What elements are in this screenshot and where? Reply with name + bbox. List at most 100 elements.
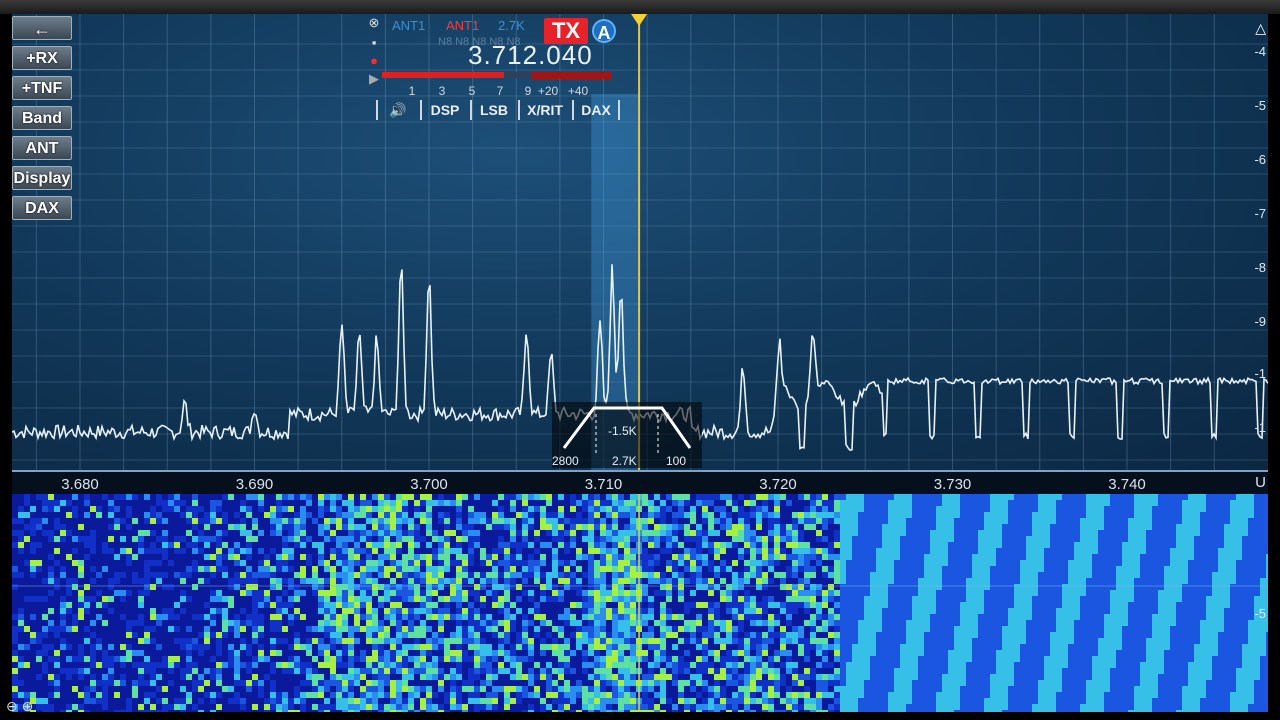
waterfall-cell (1080, 638, 1086, 644)
waterfall-cell (516, 644, 522, 650)
play-icon[interactable]: ▶ (367, 72, 381, 86)
waterfall-cell (1038, 614, 1044, 620)
waterfall-cell (1098, 626, 1104, 632)
close-icon[interactable]: ⊗ (367, 16, 381, 30)
waterfall-cell (924, 560, 930, 566)
waterfall-cell (774, 518, 780, 524)
waterfall-cell (72, 614, 78, 620)
display-button[interactable]: Display (12, 166, 72, 190)
waterfall-cell (918, 662, 924, 668)
waterfall-cell (930, 662, 936, 668)
waterfall-cell (936, 686, 942, 692)
waterfall-cell (618, 602, 624, 608)
waterfall-cell (1044, 596, 1050, 602)
waterfall[interactable] (12, 494, 1268, 712)
waterfall-cell (930, 536, 936, 542)
antenna-button[interactable]: ANT (12, 136, 72, 160)
add-tnf-button[interactable]: +TNF (12, 76, 72, 100)
waterfall-cell (948, 614, 954, 620)
filter-passband-box[interactable]: -1.5K 2800 2.7K 100 (552, 402, 702, 468)
waterfall-cell (216, 680, 222, 686)
waterfall-cell (414, 638, 420, 644)
waterfall-cell (624, 662, 630, 668)
waterfall-cell (594, 512, 600, 518)
waterfall-cell (318, 548, 324, 554)
waterfall-cell (102, 662, 108, 668)
slice-letter-badge[interactable]: A (592, 19, 616, 43)
waterfall-cell (840, 698, 846, 704)
add-rx-button[interactable]: +RX (12, 46, 72, 70)
audio-button[interactable]: 🔊 (376, 100, 418, 120)
rx-antenna-label[interactable]: ANT1 (392, 18, 425, 33)
waterfall-cell (870, 686, 876, 692)
waterfall-cell (720, 692, 726, 698)
waterfall-cell (144, 626, 150, 632)
waterfall-cell (660, 698, 666, 704)
waterfall-cell (414, 554, 420, 560)
filter-high-label: 100 (666, 454, 687, 468)
waterfall-cell (612, 500, 618, 506)
waterfall-cell (660, 638, 666, 644)
waterfall-cell (696, 668, 702, 674)
waterfall-cell (600, 548, 606, 554)
waterfall-cell (894, 632, 900, 638)
dax-button[interactable]: DAX (12, 196, 72, 220)
frequency-axis[interactable]: 3.680 3.690 3.700 3.710 3.720 3.730 3.740 (12, 470, 1268, 496)
waterfall-cell (924, 656, 930, 662)
slice-dax-button[interactable]: DAX (572, 100, 620, 120)
collapse-menu-button[interactable]: ← (12, 16, 72, 40)
waterfall-cell (876, 566, 882, 572)
waterfall-cell (570, 614, 576, 620)
waterfall-cell (1038, 662, 1044, 668)
waterfall-cell (678, 512, 684, 518)
waterfall-cell (1050, 590, 1056, 596)
mode-button[interactable]: LSB (470, 100, 516, 120)
waterfall-cell (918, 668, 924, 674)
waterfall-cell (924, 638, 930, 644)
waterfall-cell (876, 626, 882, 632)
waterfall-cell (834, 614, 840, 620)
waterfall-cell (798, 518, 804, 524)
waterfall-cell (846, 698, 852, 704)
waterfall-cell (240, 662, 246, 668)
waterfall-cell (1014, 590, 1020, 596)
tx-antenna-label[interactable]: ANT1 (446, 18, 479, 33)
waterfall-cell (294, 536, 300, 542)
dsp-button[interactable]: DSP (420, 100, 468, 120)
waterfall-cell (252, 620, 258, 626)
record-icon[interactable]: ● (367, 54, 381, 68)
lock-icon[interactable]: ▪ (367, 36, 381, 50)
band-button[interactable]: Band (12, 106, 72, 130)
waterfall-cell (132, 554, 138, 560)
waterfall-cell (546, 596, 552, 602)
waterfall-cell (258, 548, 264, 554)
waterfall-cell (1050, 596, 1056, 602)
xrit-button[interactable]: X/RIT (518, 100, 570, 120)
waterfall-cell (24, 662, 30, 668)
waterfall-cell (930, 572, 936, 578)
waterfall-cell (594, 500, 600, 506)
waterfall-cell (312, 590, 318, 596)
waterfall-cell (558, 692, 564, 698)
waterfall-cell (654, 590, 660, 596)
waterfall-cell (966, 566, 972, 572)
waterfall-cell (882, 572, 888, 578)
frequency-display[interactable]: 3.712.040 (468, 40, 593, 71)
waterfall-cell (108, 506, 114, 512)
waterfall-cell (342, 620, 348, 626)
waterfall-cell (1056, 608, 1062, 614)
waterfall-cell (1014, 692, 1020, 698)
waterfall-cell (744, 662, 750, 668)
waterfall-cell (816, 530, 822, 536)
waterfall-cell (792, 536, 798, 542)
waterfall-cell (126, 656, 132, 662)
waterfall-cell (1092, 668, 1098, 674)
waterfall-cell (420, 512, 426, 518)
waterfall-cell (216, 554, 222, 560)
waterfall-cell (816, 518, 822, 524)
scale-up-icon[interactable]: △ (1255, 20, 1266, 37)
waterfall-cell (612, 494, 618, 500)
waterfall-cell (660, 626, 666, 632)
waterfall-cell (186, 518, 192, 524)
waterfall-cell (1074, 530, 1080, 536)
